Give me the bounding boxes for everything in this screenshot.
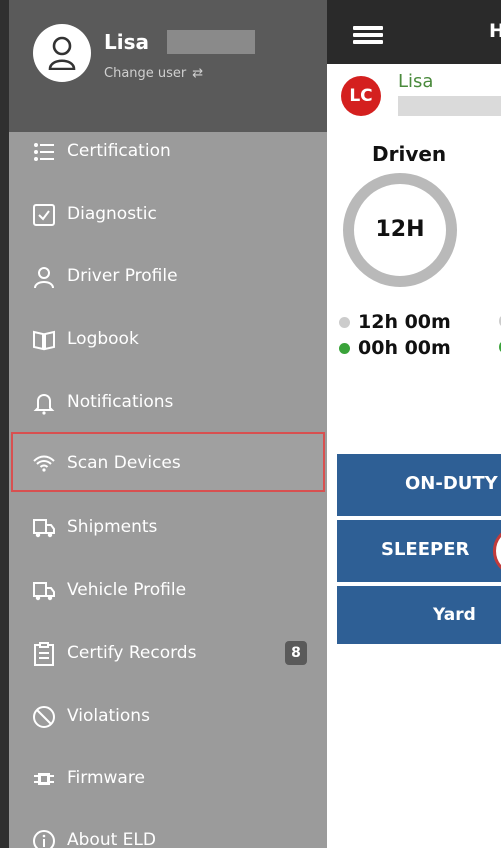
menu-label: Firmware bbox=[67, 768, 145, 788]
yard-label: Yard bbox=[433, 605, 476, 625]
menu-item-diagnostic[interactable]: Diagnostic bbox=[9, 185, 327, 245]
gauge-value: 12H bbox=[375, 217, 425, 242]
change-user-label: Change user bbox=[104, 66, 187, 81]
menu-item-driver-profile[interactable]: Driver Profile bbox=[9, 247, 327, 307]
wifi-icon bbox=[33, 455, 55, 472]
menu-item-notifications[interactable]: Notifications bbox=[9, 373, 327, 433]
driver-chip-name: Lisa bbox=[398, 71, 434, 92]
certify-count-badge: 8 bbox=[285, 641, 307, 665]
drawer-edge bbox=[0, 0, 9, 848]
menu-label: Violations bbox=[67, 706, 150, 726]
menu-label: Logbook bbox=[67, 329, 139, 349]
prohibited-icon bbox=[33, 706, 55, 728]
drawer-header: Lisa Change user ⇄ bbox=[9, 0, 327, 132]
menu-label: Diagnostic bbox=[67, 204, 157, 224]
app-window: H LC Lisa Driven 12H 12h 00m 00h 00m ON-… bbox=[0, 0, 501, 848]
change-user-link[interactable]: Change user ⇄ bbox=[104, 66, 203, 81]
checklist-icon bbox=[34, 143, 54, 161]
hamburger-menu-icon[interactable] bbox=[353, 26, 383, 44]
menu-item-shipments[interactable]: Shipments bbox=[9, 498, 327, 558]
menu-item-vehicle-profile[interactable]: Vehicle Profile bbox=[9, 561, 327, 621]
menu-label: Driver Profile bbox=[67, 266, 178, 286]
top-bar-title: H bbox=[489, 20, 501, 42]
menu-label: About ELD bbox=[67, 830, 156, 848]
menu-item-about-eld[interactable]: About ELD bbox=[9, 811, 327, 848]
driven-label: Driven bbox=[372, 142, 447, 166]
menu-label: Vehicle Profile bbox=[67, 580, 187, 600]
main-screen: H LC Lisa Driven 12H 12h 00m 00h 00m ON-… bbox=[327, 0, 501, 848]
navigation-drawer: Lisa Change user ⇄ Certification Diagnost… bbox=[9, 0, 327, 848]
legend-item-remaining: 12h 00m bbox=[339, 311, 451, 333]
legend-item-used: 00h 00m bbox=[339, 337, 451, 359]
status-indicator-ring bbox=[493, 526, 501, 576]
user-name: Lisa bbox=[104, 30, 149, 54]
menu-label: Certification bbox=[67, 141, 171, 161]
menu-item-violations[interactable]: Violations bbox=[9, 687, 327, 747]
menu-label: Shipments bbox=[67, 517, 158, 537]
legend-dot-green bbox=[339, 343, 350, 354]
menu-item-certification[interactable]: Certification bbox=[9, 122, 327, 182]
menu-item-certify-records[interactable]: Certify Records 8 bbox=[9, 624, 327, 684]
legend-value: 12h 00m bbox=[358, 311, 451, 333]
person-icon bbox=[34, 267, 54, 289]
legend-dot-grey bbox=[339, 317, 350, 328]
legend-value: 00h 00m bbox=[358, 337, 451, 359]
on-duty-button[interactable]: ON-DUTY bbox=[337, 454, 501, 516]
sleeper-label: SLEEPER bbox=[381, 539, 470, 560]
clipboard-icon bbox=[34, 642, 54, 666]
info-icon bbox=[33, 830, 55, 848]
driven-gauge: 12H bbox=[343, 173, 457, 287]
chip-icon bbox=[34, 773, 54, 785]
sleeper-button[interactable]: SLEEPER bbox=[337, 520, 501, 582]
menu-item-scan-devices[interactable]: Scan Devices bbox=[11, 432, 325, 492]
redacted-surname bbox=[398, 96, 501, 116]
on-duty-label: ON-DUTY bbox=[405, 473, 498, 494]
sync-icon: ⇄ bbox=[192, 66, 204, 81]
checkbox-icon bbox=[33, 204, 55, 226]
redacted-surname bbox=[167, 30, 255, 54]
menu-label: Notifications bbox=[67, 392, 174, 412]
menu-label: Scan Devices bbox=[67, 453, 181, 473]
driver-initials-avatar: LC bbox=[341, 76, 381, 116]
menu-item-logbook[interactable]: Logbook bbox=[9, 310, 327, 370]
truck-icon bbox=[33, 519, 55, 538]
yard-button[interactable]: Yard bbox=[337, 586, 501, 644]
driver-chip[interactable]: LC Lisa bbox=[335, 70, 501, 120]
user-avatar-icon[interactable] bbox=[33, 24, 91, 82]
truck-icon bbox=[33, 582, 55, 601]
menu-label: Certify Records bbox=[67, 643, 197, 663]
menu-item-firmware[interactable]: Firmware bbox=[9, 749, 327, 809]
book-icon bbox=[33, 330, 55, 351]
top-bar: H bbox=[327, 0, 501, 64]
bell-icon bbox=[33, 393, 55, 415]
